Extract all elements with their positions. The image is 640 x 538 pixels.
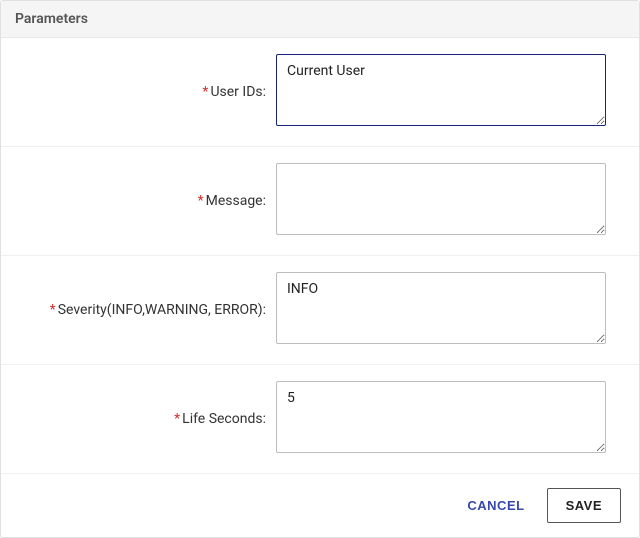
action-bar: CANCEL SAVE <box>1 474 639 537</box>
severity-label-text: Severity(INFO,WARNING, ERROR): <box>58 302 266 318</box>
required-marker-icon: * <box>202 84 208 100</box>
life-seconds-label-text: Life Seconds: <box>182 411 266 427</box>
required-marker-icon: * <box>174 411 180 427</box>
field-row-severity: *Severity(INFO,WARNING, ERROR): <box>1 256 639 365</box>
user-ids-label: *User IDs: <box>1 84 276 100</box>
user-ids-input[interactable] <box>276 54 606 126</box>
severity-label: *Severity(INFO,WARNING, ERROR): <box>1 302 276 318</box>
user-ids-label-text: User IDs: <box>210 84 266 100</box>
field-row-user-ids: *User IDs: <box>1 38 639 147</box>
field-row-life-seconds: *Life Seconds: <box>1 365 639 474</box>
save-button[interactable]: SAVE <box>547 488 621 523</box>
field-row-message: *Message: <box>1 147 639 256</box>
required-marker-icon: * <box>198 193 204 209</box>
message-label-text: Message: <box>206 193 266 209</box>
panel-title: Parameters <box>1 1 639 38</box>
severity-input[interactable] <box>276 272 606 344</box>
message-label: *Message: <box>1 193 276 209</box>
life-seconds-label: *Life Seconds: <box>1 411 276 427</box>
parameters-panel: Parameters *User IDs: *Message: *Severit… <box>0 0 640 538</box>
cancel-button[interactable]: CANCEL <box>463 490 528 521</box>
message-input[interactable] <box>276 163 606 235</box>
required-marker-icon: * <box>50 302 56 318</box>
life-seconds-input[interactable] <box>276 381 606 453</box>
